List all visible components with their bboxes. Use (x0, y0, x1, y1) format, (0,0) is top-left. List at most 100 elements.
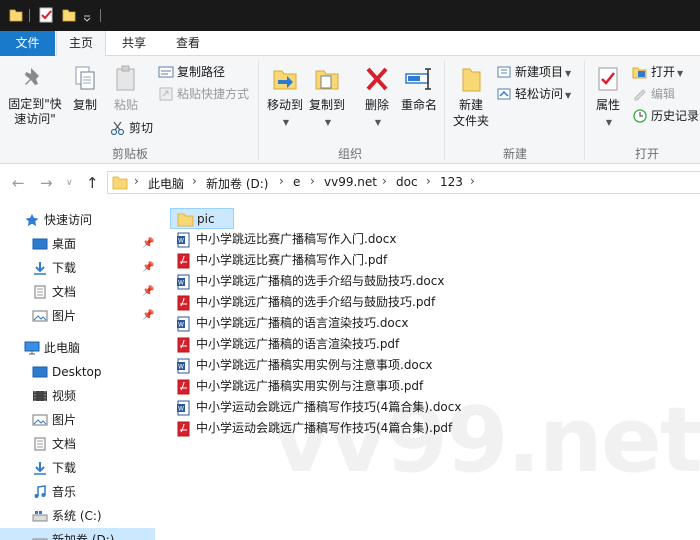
file-row[interactable]: W 中小学运动会跳远广播稿写作技巧(4篇合集).docx (170, 397, 690, 418)
breadcrumb-separator: › (279, 174, 284, 188)
file-row[interactable]: 中小学跳远广播稿实用实例与注意事项.pdf (170, 376, 690, 397)
star-icon (25, 214, 39, 226)
file-row[interactable]: W 中小学跳远广播稿实用实例与注意事项.docx (170, 355, 690, 376)
tab-share[interactable]: 共享 (112, 31, 156, 56)
ribbon: 固定到"快速访问" 复制 粘贴 复制路径 粘贴快捷方式 剪切 剪贴板 移动到 ▼… (0, 56, 700, 164)
breadcrumb-drive-d[interactable]: 新加卷 (D:) (206, 175, 268, 192)
copy-to-label: 复制到 (308, 98, 345, 112)
cut-button[interactable]: 剪切 (110, 118, 153, 138)
new-item-icon (497, 66, 511, 78)
group-divider (584, 60, 585, 160)
pin-quick-access-button[interactable]: 固定到"快速访问" (4, 60, 66, 127)
breadcrumb-vv99[interactable]: vv99.net (324, 175, 377, 189)
new-folder-button[interactable]: 新建 文件夹 (450, 60, 492, 129)
file-name: 中小学运动会跳远广播稿写作技巧(4篇合集).docx (196, 400, 462, 414)
breadcrumb-separator: › (134, 174, 139, 188)
pin-icon: 📌 (142, 310, 155, 321)
move-to-button[interactable]: 移动到 ▼ (264, 60, 306, 131)
nav-item-desktop[interactable]: 桌面 📌 (0, 232, 155, 256)
properties-label: 属性 (595, 98, 620, 112)
clipboard-group-label: 剪贴板 (111, 147, 148, 161)
copy-path-button[interactable]: 复制路径 (158, 62, 225, 82)
file-row[interactable]: 中小学运动会跳远广播稿写作技巧(4篇合集).pdf (170, 418, 690, 439)
properties-icon[interactable] (39, 7, 53, 23)
divider (100, 9, 101, 22)
copy-to-button[interactable]: 复制到 ▼ (306, 60, 348, 131)
drive-icon (32, 538, 48, 540)
title-bar (0, 0, 700, 31)
nav-item-label: 新加卷 (D:) (52, 533, 115, 540)
up-arrow-icon[interactable]: ↑ (86, 174, 99, 192)
rename-button[interactable]: 重命名 (398, 60, 440, 113)
breadcrumb-separator: › (192, 174, 197, 188)
move-to-icon (273, 70, 297, 90)
file-name: 中小学运动会跳远广播稿写作技巧(4篇合集).pdf (196, 421, 453, 435)
nav-item-downloads-pc[interactable]: 下载 (0, 456, 155, 480)
nav-item-pictures[interactable]: 图片 📌 (0, 304, 155, 328)
pictures-icon (32, 414, 48, 426)
history-button[interactable]: 历史记录 (632, 106, 699, 126)
edit-icon (634, 89, 646, 101)
tab-home[interactable]: 主页 (56, 31, 106, 57)
copy-label: 复制 (72, 98, 97, 112)
tab-view[interactable]: 查看 (164, 31, 212, 56)
breadcrumb-this-pc[interactable]: 此电脑 (148, 175, 184, 192)
breadcrumb-doc[interactable]: doc (396, 175, 418, 189)
nav-quick-access[interactable]: 快速访问 (0, 208, 155, 232)
nav-item-documents-pc[interactable]: 文档 (0, 432, 155, 456)
nav-item-drive-d[interactable]: 新加卷 (D:) (0, 528, 155, 540)
nav-item-label: 图片 (52, 309, 77, 323)
folder-row[interactable]: pic (170, 208, 234, 229)
file-name: 中小学跳远比赛广播稿写作入门.docx (196, 232, 397, 246)
nav-item-drive-c[interactable]: 系统 (C:) (0, 504, 155, 528)
edit-button[interactable]: 编辑 (632, 84, 675, 104)
file-row[interactable]: W 中小学跳远广播稿的选手介绍与鼓励技巧.docx (170, 271, 690, 292)
nav-item-videos[interactable]: 视频 (0, 384, 155, 408)
address-bar[interactable]: › 此电脑 › 新加卷 (D:) › e › vv99.net › doc › … (107, 171, 700, 194)
nav-item-desktop-pc[interactable]: Desktop (0, 360, 155, 384)
breadcrumb-e[interactable]: e (293, 175, 300, 189)
copy-button[interactable]: 复制 (66, 60, 104, 113)
nav-this-pc[interactable]: 此电脑 (0, 336, 155, 360)
file-row[interactable]: 中小学跳远广播稿的语言渲染技巧.pdf (170, 334, 690, 355)
scrollbar[interactable] (156, 200, 160, 540)
nav-item-documents[interactable]: 文档 📌 (0, 280, 155, 304)
nav-item-music[interactable]: 音乐 (0, 480, 155, 504)
new-folder-icon[interactable] (62, 7, 76, 23)
breadcrumb-123[interactable]: 123 (440, 175, 463, 189)
recent-locations-chevron-icon[interactable]: ∨ (66, 178, 73, 188)
nav-item-downloads[interactable]: 下载 📌 (0, 256, 155, 280)
back-arrow-icon[interactable]: ← (12, 174, 25, 192)
easy-access-button[interactable]: 轻松访问 ▼ (496, 84, 571, 104)
file-row[interactable]: 中小学跳远比赛广播稿写作入门.pdf (170, 250, 690, 271)
tab-file[interactable]: 文件 (0, 31, 55, 56)
rename-label: 重命名 (400, 98, 437, 112)
breadcrumb-separator: › (382, 174, 387, 188)
nav-item-label: 文档 (52, 285, 77, 299)
chevron-down-icon: ▼ (565, 91, 572, 100)
file-row[interactable]: W 中小学跳远广播稿的语言渲染技巧.docx (170, 313, 690, 334)
open-icon (632, 67, 647, 79)
folder-icon (112, 176, 128, 190)
file-row[interactable]: 中小学跳远广播稿的选手介绍与鼓励技巧.pdf (170, 292, 690, 313)
new-item-button[interactable]: 新建项目 ▼ (496, 62, 571, 82)
paste-shortcut-icon (159, 87, 173, 101)
paste-button[interactable]: 粘贴 (108, 60, 144, 113)
nav-item-label: 桌面 (52, 237, 77, 251)
paste-shortcut-button[interactable]: 粘贴快捷方式 (158, 84, 249, 104)
delete-button[interactable]: 删除 ▼ (360, 60, 394, 131)
file-row[interactable]: W 中小学跳远比赛广播稿写作入门.docx (170, 229, 690, 250)
music-icon (34, 485, 46, 498)
breadcrumb-separator: › (310, 174, 315, 188)
nav-item-pictures-pc[interactable]: 图片 (0, 408, 155, 432)
folder-icon[interactable] (9, 7, 23, 23)
properties-button[interactable]: 属性 ▼ (588, 60, 628, 131)
quick-access-dropdown-icon[interactable] (82, 7, 92, 23)
forward-arrow-icon[interactable]: → (40, 174, 53, 192)
group-divider (444, 60, 445, 160)
open-button[interactable]: 打开 ▼ (632, 62, 683, 82)
computer-icon (24, 341, 40, 355)
file-name: 中小学跳远广播稿的选手介绍与鼓励技巧.docx (196, 274, 445, 288)
documents-icon (34, 285, 46, 299)
drive-icon (32, 511, 48, 522)
